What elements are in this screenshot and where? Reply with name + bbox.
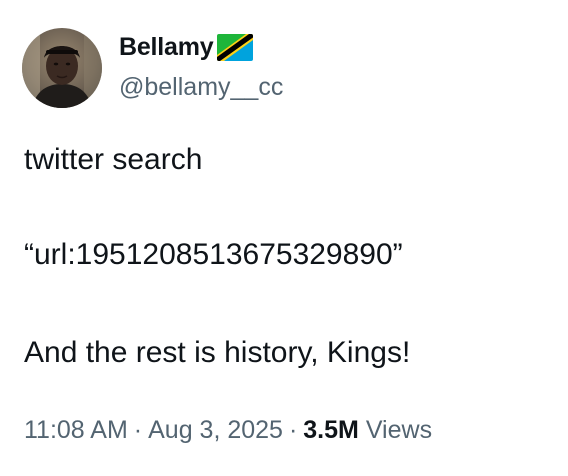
tweet-text-line: twitter search	[24, 143, 203, 176]
author-handle[interactable]: @bellamy__cc	[119, 72, 283, 102]
tweet-time[interactable]: 11:08 AM	[24, 416, 128, 444]
avatar-photo	[22, 28, 102, 108]
views-link[interactable]: 3.5M Views	[303, 416, 432, 444]
views-count: 3.5M	[303, 416, 359, 444]
tanzania-flag-icon	[216, 33, 253, 61]
author-display-name[interactable]: Bellamy	[119, 32, 253, 62]
tweet-card: Bellamy @bellamy__cc twitter search “url…	[0, 0, 568, 476]
avatar[interactable]	[22, 28, 102, 108]
tweet-text-line: “url:1951208513675329890”	[24, 238, 403, 271]
author-name: Bellamy	[119, 33, 214, 61]
tweet-text-line: And the rest is history, Kings!	[24, 336, 411, 369]
views-label: Views	[365, 416, 433, 444]
meta-separator: ·	[133, 416, 143, 444]
tweet-date[interactable]: Aug 3, 2025	[148, 416, 283, 444]
tweet-meta: 11:08 AM · Aug 3, 2025 · 3.5M Views	[24, 414, 432, 446]
meta-separator: ·	[288, 416, 298, 444]
